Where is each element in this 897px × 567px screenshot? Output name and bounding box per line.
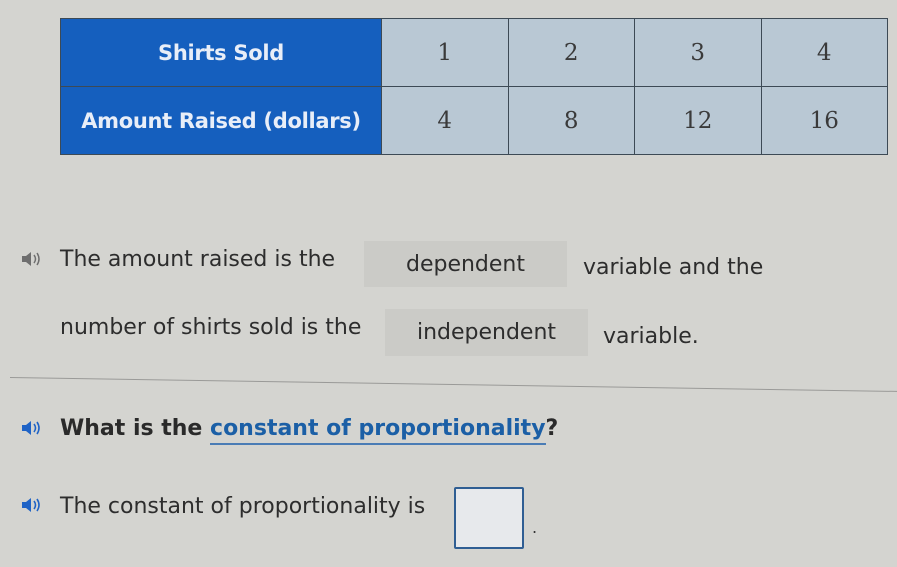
table-cell: 4	[381, 86, 509, 155]
speaker-icon[interactable]	[20, 250, 42, 268]
table-cell: 3	[634, 18, 762, 87]
table-row-amount-raised: Amount Raised (dollars) 4 8 12 16	[60, 86, 888, 155]
question-suffix: ?	[545, 416, 559, 441]
dependent-answer-text: dependent	[405, 251, 525, 277]
shirts-amount-table: Shirts Sold 1 2 3 4 Amount Raised (dolla…	[60, 18, 888, 155]
independent-answer-box[interactable]: independent	[385, 309, 588, 356]
answer-period: .	[532, 518, 538, 537]
dependent-answer-box[interactable]: dependent	[364, 241, 567, 287]
question-text: What is the constant of proportionality?	[60, 416, 559, 445]
question-prefix: What is the	[60, 416, 203, 441]
row-header-amount-raised: Amount Raised (dollars)	[60, 86, 382, 155]
constant-of-proportionality-link[interactable]: constant of proportionality	[210, 416, 546, 445]
speaker-icon[interactable]	[20, 496, 42, 514]
table-cell: 16	[760, 86, 888, 155]
statement-part1: The amount raised is the	[60, 247, 336, 272]
data-table-container: Shirts Sold 1 2 3 4 Amount Raised (dolla…	[60, 18, 888, 155]
section-divider	[9, 377, 897, 393]
speaker-icon[interactable]	[20, 419, 42, 437]
statement-part3: number of shirts sold is the	[60, 315, 362, 340]
table-row-shirts-sold: Shirts Sold 1 2 3 4	[60, 18, 888, 87]
constant-answer-input[interactable]	[454, 487, 524, 549]
table-cell: 1	[381, 18, 509, 87]
independent-answer-text: independent	[416, 320, 557, 345]
statement-part2: variable and the	[583, 255, 764, 280]
table-cell: 2	[507, 18, 635, 87]
table-cell: 4	[760, 18, 888, 87]
row-header-shirts-sold: Shirts Sold	[60, 18, 382, 87]
statement-part4: variable.	[603, 324, 699, 349]
table-cell: 8	[507, 86, 635, 155]
table-cell: 12	[634, 86, 762, 155]
answer-prompt: The constant of proportionality is	[60, 494, 426, 519]
